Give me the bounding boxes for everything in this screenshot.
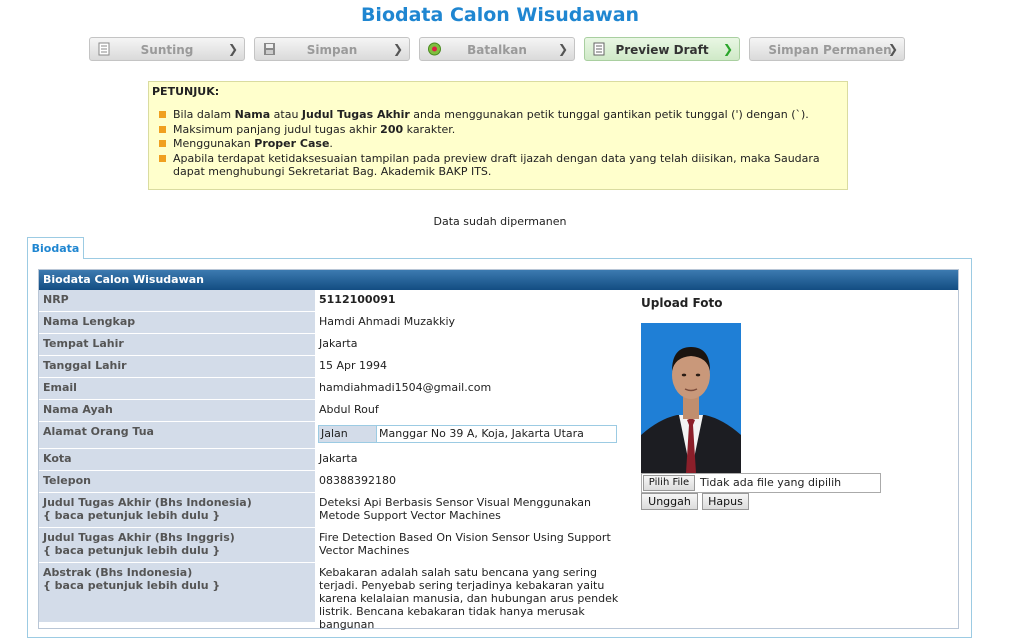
section-header: Biodata Calon Wisudawan xyxy=(39,270,958,290)
row-kota: Kota Jakarta xyxy=(39,449,635,471)
choose-file-button[interactable]: Pilih File xyxy=(643,475,695,491)
simpan-permanen-label: Simpan Permanen xyxy=(768,43,892,57)
nama-value: Hamdi Ahmadi Muzakkiy xyxy=(316,312,635,333)
profile-photo xyxy=(641,323,741,473)
preview-draft-label: Preview Draft xyxy=(615,43,709,57)
instruction-item: Apabila terdapat ketidaksesuaian tampila… xyxy=(159,152,839,179)
telepon-value: 08388392180 xyxy=(316,471,635,492)
batalkan-button[interactable]: Batalkan ❯ xyxy=(419,37,575,61)
instruction-item: Maksimum panjang judul tugas akhir 200 k… xyxy=(159,123,839,137)
sunting-label: Sunting xyxy=(140,43,194,57)
row-telepon: Telepon 08388392180 xyxy=(39,471,635,493)
row-nama: Nama Lengkap Hamdi Ahmadi Muzakkiy xyxy=(39,312,635,334)
instruction-item: Menggunakan Proper Case. xyxy=(159,137,839,151)
alamat-value-cell: Jalan Manggar No 39 A, Koja, Jakarta Uta… xyxy=(316,422,635,448)
bullet-icon xyxy=(159,154,166,162)
instruction-item: Bila dalam Nama atau Judul Tugas Akhir a… xyxy=(159,108,839,122)
file-status: Tidak ada file yang dipilih xyxy=(700,476,842,489)
sunting-button[interactable]: Sunting ❯ xyxy=(89,37,245,61)
chevron-right-icon: ❯ xyxy=(557,42,568,56)
email-label: Email xyxy=(39,378,315,399)
page-title: Biodata Calon Wisudawan xyxy=(360,4,640,26)
instructions-list: Bila dalam Nama atau Judul Tugas Akhir a… xyxy=(159,108,839,180)
bullet-icon xyxy=(159,140,166,147)
address-value: Manggar No 39 A, Koja, Jakarta Utara xyxy=(379,427,584,440)
tanggal-lahir-label: Tanggal Lahir xyxy=(39,356,315,377)
batalkan-label: Batalkan xyxy=(467,43,527,57)
row-nrp: NRP 5112100091 xyxy=(39,290,635,312)
nama-label: Nama Lengkap xyxy=(39,312,315,333)
chevron-right-icon: ❯ xyxy=(722,42,733,56)
nama-ayah-label: Nama Ayah xyxy=(39,400,315,421)
file-input[interactable]: Pilih File Tidak ada file yang dipilih xyxy=(641,473,881,493)
row-judul-indonesia: Judul Tugas Akhir (Bhs Indonesia){ baca … xyxy=(39,493,635,528)
nrp-label: NRP xyxy=(39,290,315,311)
row-alamat: Alamat Orang Tua Jalan Manggar No 39 A, … xyxy=(39,422,635,449)
upload-foto-title: Upload Foto xyxy=(641,296,723,310)
delete-photo-button[interactable]: Hapus xyxy=(702,493,749,510)
simpan-button[interactable]: Simpan ❯ xyxy=(254,37,410,61)
kota-label: Kota xyxy=(39,449,315,470)
bullet-icon xyxy=(159,125,166,133)
judul-indonesia-value: Deteksi Api Berbasis Sensor Visual Mengg… xyxy=(316,493,635,527)
instructions-box: PETUNJUK: Bila dalam Nama atau Judul Tug… xyxy=(148,81,848,190)
tempat-lahir-value: Jakarta xyxy=(316,334,635,355)
judul-indonesia-label: Judul Tugas Akhir (Bhs Indonesia){ baca … xyxy=(39,493,315,527)
upload-button[interactable]: Unggah xyxy=(641,493,698,510)
abstrak-indonesia-label: Abstrak (Bhs Indonesia){ baca petunjuk l… xyxy=(39,563,315,622)
telepon-label: Telepon xyxy=(39,471,315,492)
nrp-value: 5112100091 xyxy=(316,290,635,311)
nama-ayah-value: Abdul Rouf xyxy=(316,400,635,421)
chevron-right-icon: ❯ xyxy=(392,42,403,56)
tempat-lahir-label: Tempat Lahir xyxy=(39,334,315,355)
bullet-icon xyxy=(159,111,166,118)
row-abstrak-indonesia: Abstrak (Bhs Indonesia){ baca petunjuk l… xyxy=(39,563,635,631)
row-nama-ayah: Nama Ayah Abdul Rouf xyxy=(39,400,635,422)
profile-photo-image xyxy=(641,323,741,473)
address-table: Jalan Manggar No 39 A, Koja, Jakarta Uta… xyxy=(318,425,617,443)
kota-value: Jakarta xyxy=(316,449,635,470)
row-tempat-lahir: Tempat Lahir Jakarta xyxy=(39,334,635,356)
tanggal-lahir-value: 15 Apr 1994 xyxy=(316,356,635,377)
chevron-right-icon: ❯ xyxy=(887,42,898,56)
simpan-permanen-button[interactable]: Simpan Permanen ❯ xyxy=(749,37,905,61)
alamat-label: Alamat Orang Tua xyxy=(39,422,315,448)
judul-inggris-value: Fire Detection Based On Vision Sensor Us… xyxy=(316,528,635,562)
row-email: Email hamdiahmadi1504@gmail.com xyxy=(39,378,635,400)
tab-biodata[interactable]: Biodata xyxy=(27,237,84,259)
row-tanggal-lahir: Tanggal Lahir 15 Apr 1994 xyxy=(39,356,635,378)
judul-inggris-label: Judul Tugas Akhir (Bhs Inggris){ baca pe… xyxy=(39,528,315,562)
instructions-heading: PETUNJUK: xyxy=(152,85,220,98)
abstrak-indonesia-value: Kebakaran adalah salah satu bencana yang… xyxy=(316,563,635,631)
chevron-right-icon: ❯ xyxy=(227,42,238,56)
address-type: Jalan xyxy=(319,426,377,442)
email-value: hamdiahmadi1504@gmail.com xyxy=(316,378,635,399)
status-message: Data sudah dipermanen xyxy=(433,215,567,228)
row-judul-inggris: Judul Tugas Akhir (Bhs Inggris){ baca pe… xyxy=(39,528,635,563)
preview-draft-button[interactable]: Preview Draft ❯ xyxy=(584,37,740,61)
simpan-label: Simpan xyxy=(306,43,358,57)
